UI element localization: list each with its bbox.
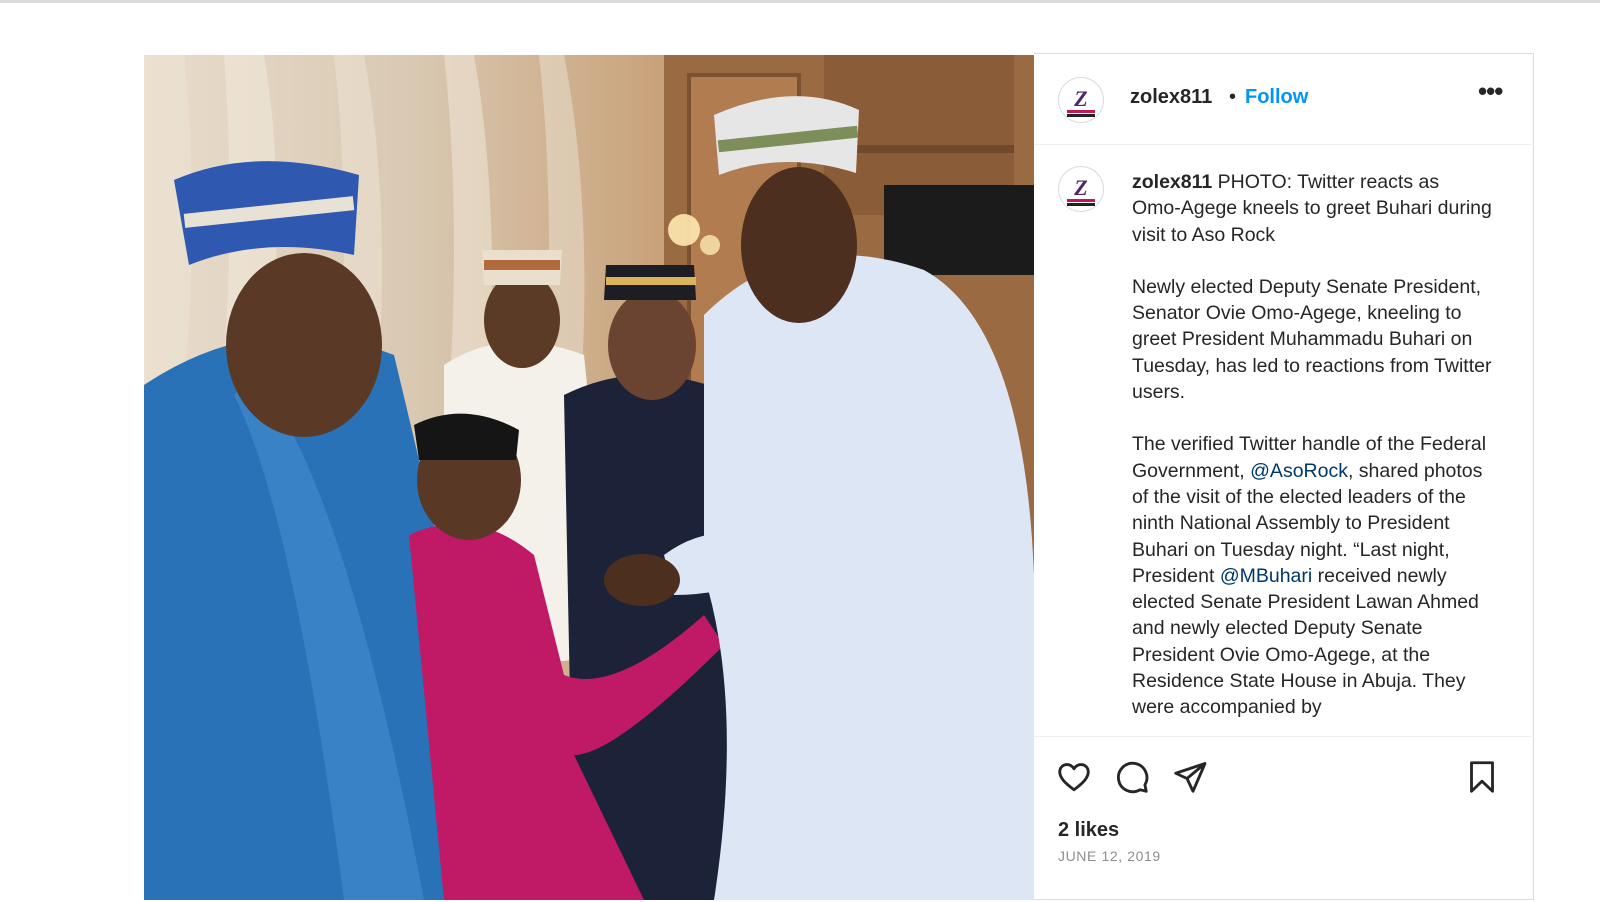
post-caption: zolex811 PHOTO: Twitter reacts as Omo-Ag… bbox=[1132, 169, 1492, 732]
caption-paragraph: The verified Twitter handle of the Feder… bbox=[1132, 431, 1492, 720]
author-username[interactable]: zolex811 bbox=[1130, 86, 1212, 109]
caption-text: received newly elected Senate President … bbox=[1132, 564, 1479, 719]
separator-dot: • bbox=[1229, 86, 1237, 108]
comment-icon[interactable] bbox=[1114, 759, 1150, 795]
post-header: Z zolex811 • Follow ••• bbox=[1034, 54, 1534, 145]
caption-paragraph: Newly elected Deputy Senate President, S… bbox=[1132, 275, 1492, 404]
mention-link[interactable]: @MBuhari bbox=[1220, 565, 1312, 587]
paper-plane-icon[interactable] bbox=[1172, 759, 1208, 795]
top-divider bbox=[0, 0, 1600, 3]
mention-link[interactable]: @AsoRock bbox=[1250, 460, 1348, 482]
bookmark-icon[interactable] bbox=[1464, 759, 1500, 795]
caption-headline-paragraph: zolex811 PHOTO: Twitter reacts as Omo-Ag… bbox=[1132, 169, 1492, 248]
more-options-icon[interactable]: ••• bbox=[1478, 76, 1503, 107]
follow-button[interactable]: Follow bbox=[1245, 86, 1308, 109]
author-avatar[interactable]: Z bbox=[1058, 77, 1104, 123]
post-date: JUNE 12, 2019 bbox=[1058, 848, 1161, 864]
likes-count[interactable]: 2 likes bbox=[1058, 819, 1119, 842]
caption-username[interactable]: zolex811 bbox=[1132, 171, 1212, 193]
post-photo-illustration bbox=[144, 55, 1034, 900]
caption-scroll-area[interactable]: Z zolex811 PHOTO: Twitter reacts as Omo-… bbox=[1034, 154, 1534, 732]
caption-avatar[interactable]: Z bbox=[1058, 166, 1104, 212]
post-photo[interactable] bbox=[144, 55, 1034, 900]
heart-icon[interactable] bbox=[1056, 759, 1092, 795]
post-side-panel: Z zolex811 • Follow ••• Z zolex811 PHOTO… bbox=[1034, 53, 1534, 900]
post-actions: 2 likes JUNE 12, 2019 bbox=[1034, 736, 1534, 902]
